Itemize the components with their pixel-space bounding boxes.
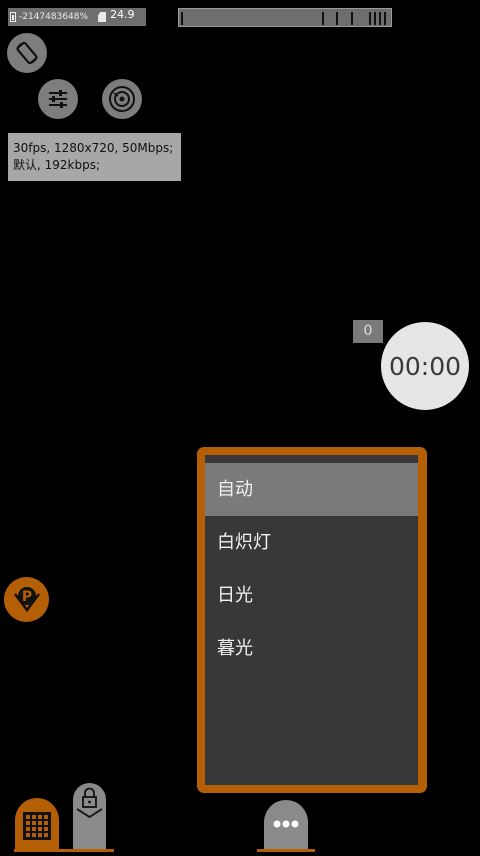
meter-tick [181,12,183,25]
lock-button[interactable] [73,783,106,852]
lock-icon [76,787,103,819]
grid-icon [23,812,51,840]
menu-item-daylight[interactable]: 日光 [205,569,418,622]
settings-button[interactable] [38,79,78,119]
rotate-button[interactable] [7,33,47,73]
temperature-text: 24.9 [110,8,135,21]
grid-button[interactable] [15,798,59,852]
lens-icon [109,86,135,112]
audio-info-line: 默认, 192kbps; [13,158,101,172]
record-timer: 00:00 [388,351,462,381]
menu-item-label: 白炽灯 [217,532,271,553]
battery-icon [10,12,16,22]
menu-item-incandescent[interactable]: 白炽灯 [205,516,418,569]
meter-tick [369,12,371,25]
white-balance-list: 自动 白炽灯 日光 暮光 [205,455,418,785]
status-box: -2147483648% 24.9 [8,8,146,26]
meter-tick [384,12,386,25]
more-button[interactable] [264,800,308,852]
more-icon [273,820,299,828]
menu-item-label: 自动 [217,479,253,500]
video-settings-info: 30fps, 1280x720, 50Mbps; 默认, 192kbps; [8,133,181,181]
svg-text:P: P [21,589,31,605]
park-button[interactable]: P [4,577,49,622]
park-icon: P [13,586,40,612]
clip-counter: 0 [353,320,383,343]
menu-item-auto[interactable]: 自动 [205,463,418,516]
menu-item-label: 日光 [217,585,253,606]
white-balance-menu: 自动 白炽灯 日光 暮光 [197,447,427,793]
sd-card-icon [98,12,107,22]
meter-tick [374,12,376,25]
sliders-icon [49,90,67,108]
meter-tick [351,12,353,25]
record-button[interactable]: 00:00 [381,322,469,410]
screen-rotation-icon [16,41,38,65]
lens-button[interactable] [102,79,142,119]
meter-tick [322,12,324,25]
menu-item-twilight[interactable]: 暮光 [205,622,418,675]
audio-level-meter [178,8,392,27]
battery-text: -2147483648% [19,12,89,22]
menu-item-label: 暮光 [217,638,253,659]
video-info-line: 30fps, 1280x720, 50Mbps; [13,141,174,155]
meter-tick [379,12,381,25]
meter-tick [336,12,338,25]
